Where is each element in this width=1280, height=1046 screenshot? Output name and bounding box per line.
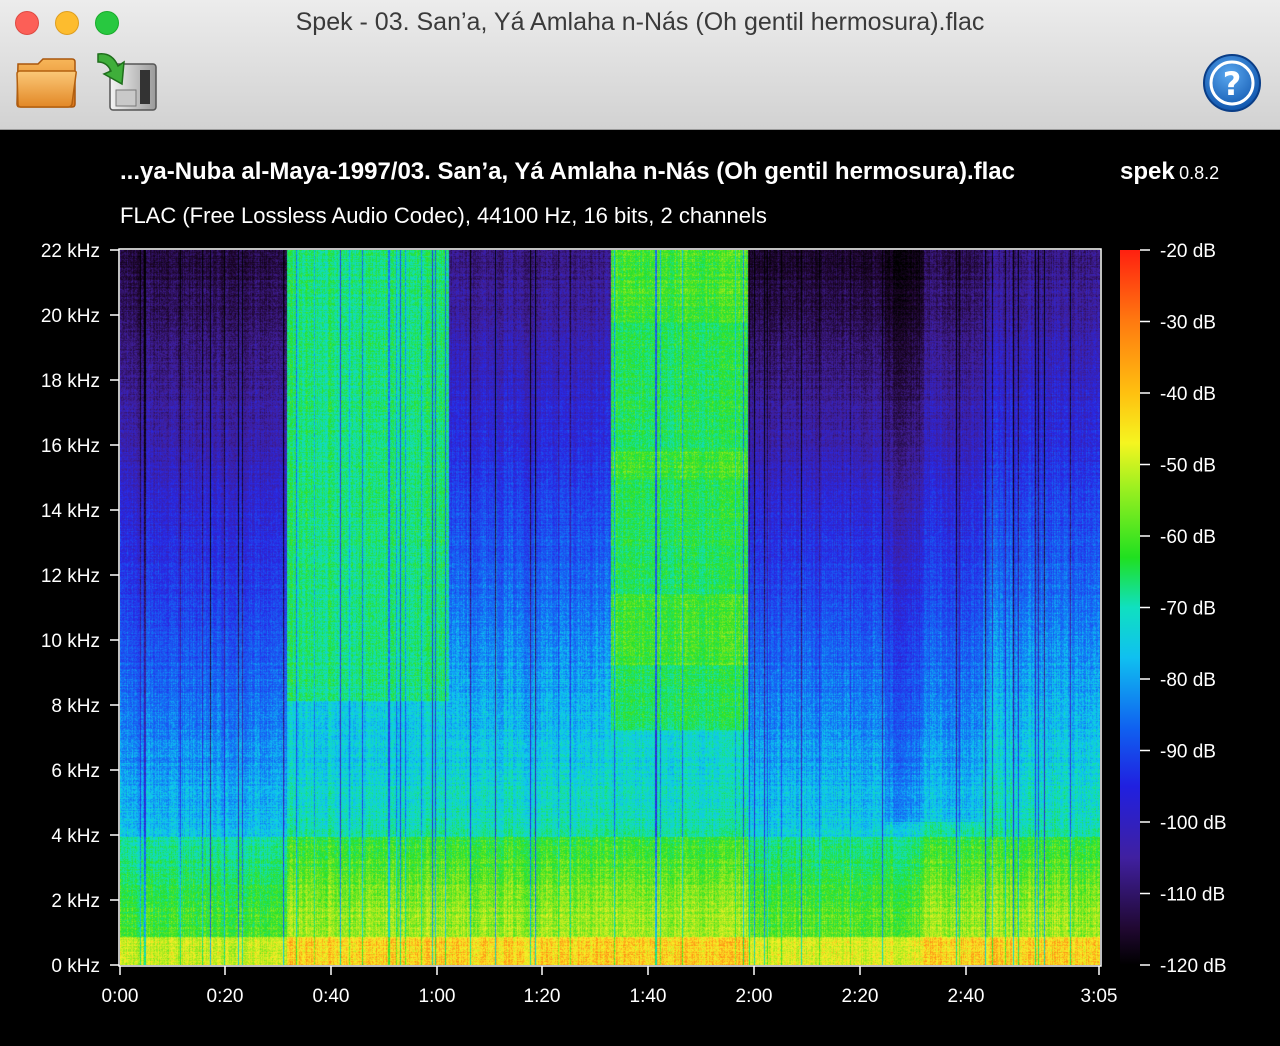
db-tick-label: -100 dB	[1160, 813, 1227, 834]
db-tick-label: -120 dB	[1160, 956, 1227, 977]
y-axis: 22 kHz 20 kHz 18 kHz 16 kHz 14 kHz 12 kHz 10 k…	[41, 241, 119, 977]
x-tick-label: 2:00	[736, 986, 773, 1007]
x-tick-label: 3:05	[1081, 986, 1118, 1007]
x-tick-label: 2:40	[948, 986, 985, 1007]
y-tick-label: 14 kHz	[41, 501, 100, 522]
db-tick-label: -90 dB	[1160, 742, 1216, 763]
y-tick-label: 18 kHz	[41, 371, 100, 392]
db-tick-label: -30 dB	[1160, 313, 1216, 334]
y-tick-label: 0 kHz	[51, 956, 100, 977]
x-tick-label: 0:20	[207, 986, 244, 1007]
x-tick-label: 0:00	[102, 986, 139, 1007]
db-tick-label: -20 dB	[1160, 241, 1216, 262]
y-tick-label: 22 kHz	[41, 241, 100, 262]
db-tick-label: -80 dB	[1160, 670, 1216, 691]
x-tick-label: 0:40	[313, 986, 350, 1007]
x-tick-label: 1:20	[524, 986, 561, 1007]
y-tick-label: 2 kHz	[51, 891, 100, 912]
x-tick-label: 1:00	[419, 986, 456, 1007]
axes-overlay: 22 kHz 20 kHz 18 kHz 16 kHz 14 kHz 12 kHz 10 k…	[41, 241, 1227, 1007]
x-tick-label: 1:40	[630, 986, 667, 1007]
db-tick-label: -70 dB	[1160, 599, 1216, 620]
plot-frame	[118, 248, 1102, 967]
db-tick-label: -60 dB	[1160, 527, 1216, 548]
y-tick-label: 8 kHz	[51, 696, 100, 717]
y-tick-label: 6 kHz	[51, 761, 100, 782]
y-tick-label: 4 kHz	[51, 826, 100, 847]
db-tick-label: -110 dB	[1160, 885, 1225, 906]
x-axis: 0:00 0:20 0:40 1:00 1:20 1:40 2:00 2:20 2:40 3:05	[102, 966, 1118, 1007]
db-tick-label: -40 dB	[1160, 384, 1216, 405]
y-tick-label: 20 kHz	[41, 306, 100, 327]
db-axis: -20 dB -30 dB -40 dB -50 dB -60 dB -70 dB -80 …	[1140, 241, 1227, 977]
db-tick-label: -50 dB	[1160, 456, 1216, 477]
y-tick-label: 10 kHz	[41, 631, 100, 652]
y-tick-label: 16 kHz	[41, 436, 100, 457]
x-tick-label: 2:20	[842, 986, 879, 1007]
y-tick-label: 12 kHz	[41, 566, 100, 587]
